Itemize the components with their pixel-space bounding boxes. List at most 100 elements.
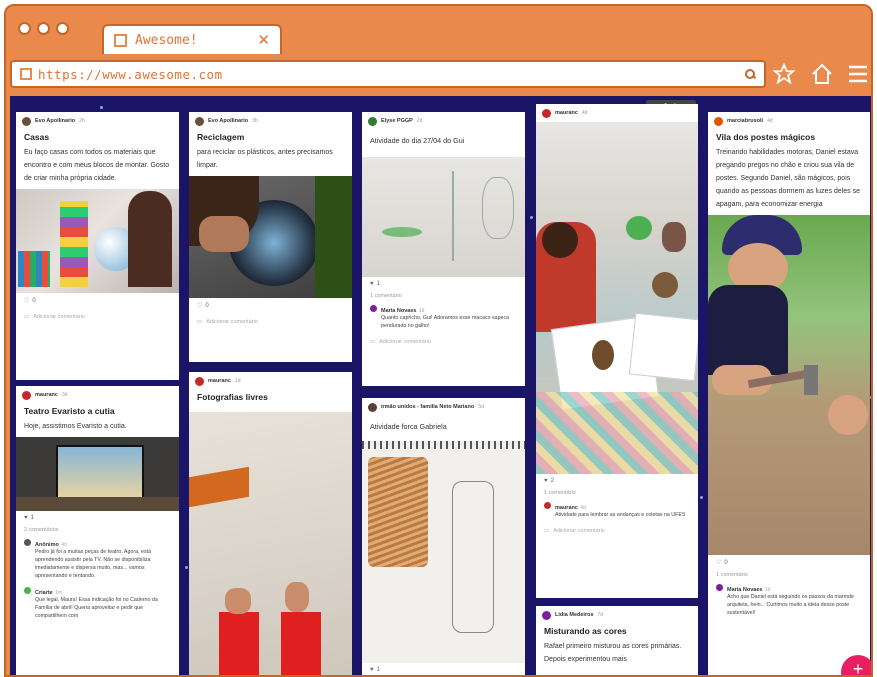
close-window-dot[interactable] [18,22,31,35]
tab-title: Awesome! [135,32,198,48]
avatar [195,376,204,386]
post-card[interactable]: mauranc 3d Teatro Evaristo a cutia Hoje,… [16,386,179,675]
add-comment-label: Adicionar comentário [33,314,85,320]
post-time: 5d [478,404,484,410]
url-text[interactable]: https://www.awesome.com [38,67,744,82]
post-image[interactable] [362,157,525,277]
post-image[interactable] [189,176,352,298]
post-image[interactable] [536,122,698,474]
likes-count: 0 [724,559,728,566]
add-comment-label: Adicionar comentário [553,528,605,534]
post-body: para reciclar os plásticos, antes precis… [197,149,333,169]
avatar [22,390,31,400]
heart-icon[interactable]: ♥ [370,667,374,673]
post-author: Lidia Medeiros [555,612,594,618]
close-icon[interactable]: ✕ [257,31,270,49]
avatar [716,584,723,591]
post-time: 2d [416,118,423,124]
likes-row[interactable]: ♥ 2 [536,474,698,488]
add-comment[interactable]: ▭ Adicionar comentário [362,333,525,351]
comment: Maria Novaes 1d Acho que Daniel está seg… [708,580,870,620]
search-icon[interactable] [744,68,756,80]
post-image[interactable] [189,412,352,675]
avatar [368,402,377,412]
add-comment-label: Adicionar comentário [206,319,258,325]
likes-row[interactable]: ♡ 0 [708,555,870,570]
likes-row[interactable]: ♥ 1 [362,663,525,675]
post-title: Atividade forca Gabriela [370,422,447,431]
post-title: Reciclagem [197,132,245,142]
comment-text: Acho que Daniel está seguindo os passos … [727,594,854,616]
post-time: 4d [581,110,588,116]
post-card[interactable]: marciabrusoli 4d Vila dos postes mágicos… [708,112,870,675]
post-title: Misturando as cores [544,626,627,636]
comments-count[interactable]: 1 comentário [708,570,870,580]
post-body: Hoje, assistimos Evaristo a cutia. [24,423,127,430]
heart-icon[interactable]: ♥ [24,515,28,521]
post-time: 7d [597,612,604,618]
page-icon [20,68,32,80]
likes-count: 1 [30,515,34,521]
post-body: Rafael primeiro misturou as cores primár… [544,643,682,663]
comment-text: Que legal, Maura! Essa indicação foi no … [35,597,158,619]
maximize-window-dot[interactable] [56,22,69,35]
avatar [370,305,377,312]
post-title: Fotografias livres [197,392,268,402]
post-author: marciabrusoli [727,118,764,124]
avatar [714,116,723,126]
likes-count: 1 [376,667,380,673]
post-card[interactable]: Lidia Medeiros 7d Misturando as cores Ra… [536,606,698,675]
post-card[interactable]: Elyse PGGP 2d Atividade do dia 27/04 do … [362,112,525,386]
avatar [544,502,551,509]
post-image[interactable] [16,189,179,293]
post-title: Atividade do dia 27/04 do Gui [370,136,465,145]
heart-icon[interactable]: ♡ [197,302,202,309]
comments-count[interactable]: 1 comentário [536,488,698,498]
comment: Anônimo 4d Pedro já foi a muitas peças d… [16,535,179,583]
likes-row[interactable]: ♡ 0 [189,298,352,313]
heart-icon[interactable]: ♡ [24,297,29,304]
likes-row[interactable]: ♥ 1 [362,277,525,291]
browser-tab[interactable]: Awesome! ✕ [102,24,282,54]
comments-count[interactable]: 2 comentários [16,525,179,535]
padlet-board: ✎ ⋮ Evo Apollinario 2h Casas Eu faço cas… [10,96,871,675]
avatar [22,116,31,126]
comments-count[interactable]: 1 comentário [362,291,525,301]
post-card[interactable]: Evo Apollinario 2h Casas Eu faço casas c… [16,112,179,380]
post-card[interactable]: irmão unidos - familia Neto Mariano 5d A… [362,398,525,675]
post-time: 2h [79,118,85,124]
post-card[interactable]: mauranc 1d Fotografias livres [189,372,352,675]
home-icon[interactable] [810,62,834,86]
address-bar[interactable]: https://www.awesome.com [10,60,766,88]
post-author: Elyse PGGP [381,118,413,124]
post-image[interactable] [362,441,525,663]
menu-icon[interactable] [846,62,870,86]
add-comment[interactable]: ▭ Adicionar comentário [189,313,352,331]
avatar [24,539,31,546]
comment-text: Atividade para lembrar as andanças e col… [555,512,686,518]
post-image[interactable] [16,437,179,511]
page-icon [114,33,127,47]
likes-row[interactable]: ♡ 0 [16,293,179,308]
heart-icon[interactable]: ♥ [370,281,374,287]
post-card[interactable]: Evo Apollinario 3h Reciclagem para recic… [189,112,352,362]
likes-count: 1 [376,281,380,287]
likes-count: 0 [205,302,209,309]
likes-count: 0 [32,297,36,304]
heart-icon[interactable]: ♡ [716,559,721,566]
heart-icon[interactable]: ♥ [544,478,548,484]
avatar [542,610,551,620]
comment-text: Pedro já foi a muitas peças de teatro. A… [35,549,152,579]
minimize-window-dot[interactable] [37,22,50,35]
post-card[interactable]: mauranc 4d ♥ 2 1 comentário mauranc 4d A… [536,104,698,598]
post-body: Eu faço casas com todos os materiais que… [24,149,170,182]
post-image[interactable] [708,215,870,555]
add-comment[interactable]: ▭ Adicionar comentário [536,522,698,540]
add-comment[interactable]: ▭ Adicionar comentário [16,308,179,326]
browser-window: Awesome! ✕ https://www.awesome.com ✎ ⋮ E… [4,4,873,677]
star-icon[interactable] [772,62,796,86]
post-author: irmão unidos - familia Neto Mariano [381,404,475,410]
avatar [24,587,31,594]
likes-row[interactable]: ♥ 1 [16,511,179,525]
post-time: 4d [767,118,773,124]
